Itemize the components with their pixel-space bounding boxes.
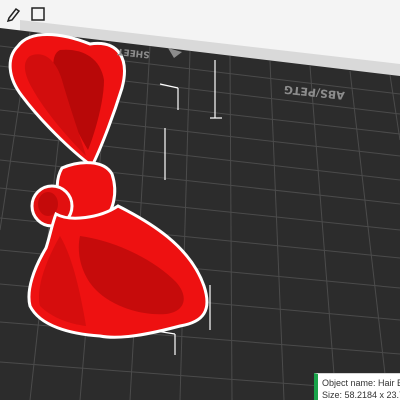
viewport-toolbar <box>4 4 48 24</box>
square-tool-icon <box>31 7 45 21</box>
object-info-panel: Object name: Hair Bow Size: 58.2184 x 23… <box>314 373 400 400</box>
edit-tool-button[interactable] <box>4 4 24 24</box>
object-name-label: Object name: Hair Bow <box>322 378 400 388</box>
edit-tool-icon <box>6 7 21 22</box>
print-bed-scene[interactable] <box>0 0 400 400</box>
3d-viewport[interactable]: ABS/PETG SHEET Object name: Hair Bow Siz… <box>0 0 400 400</box>
object-size-label: Size: 58.2184 x 23.7943 <box>322 390 400 400</box>
square-tool-button[interactable] <box>28 4 48 24</box>
